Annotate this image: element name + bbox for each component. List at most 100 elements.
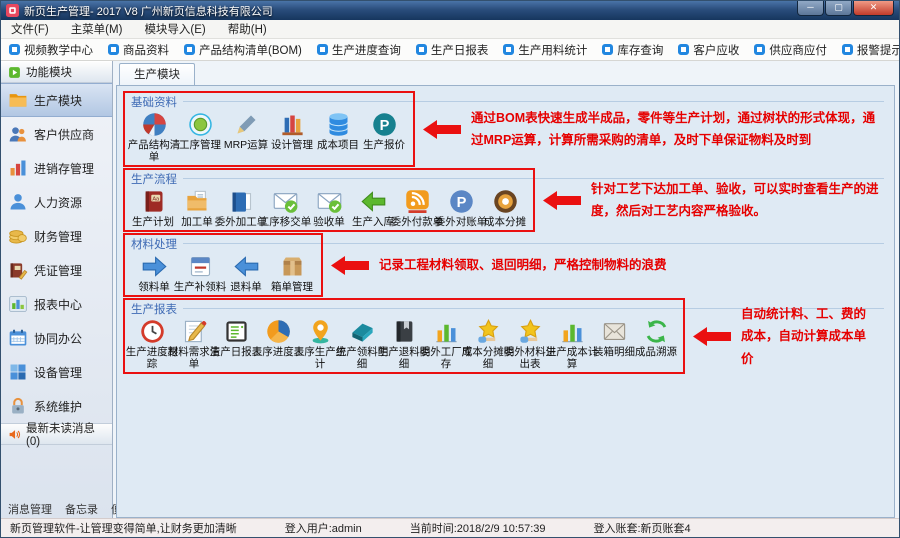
toolbar-checkbox-icon [108,44,119,55]
module-item[interactable]: 加工单 [175,188,219,228]
module-item[interactable]: 生产日报表 [215,318,257,370]
toolbar-item-3[interactable]: 生产进度查询 [317,42,401,58]
donut-icon [492,188,519,215]
play-icon [8,66,21,79]
module-group-3: 生产报表生产进度跟踪材料需求清单生产日报表工序进度表工序生产统计生产领料明细生产… [123,298,888,374]
module-item[interactable]: 成本分摊 [483,188,527,228]
module-item[interactable]: 生产成本计算 [551,318,593,370]
sidebar-footer-link-1[interactable]: 备忘录 [65,501,98,517]
sidebar-item-label: 报表中心 [34,296,82,313]
toolbar-item-label: 视频教学中心 [24,42,93,58]
red-arrow-icon [423,120,461,139]
module-panel: 基础资料产品结构清单工序管理MRP运算设计管理成本项目P生产报价通过BOM表快速… [116,85,895,518]
tablet-icon [223,318,250,345]
annotation: 自动统计料、工、费的成本，自动计算成本单价 [685,303,888,371]
sidebar-item-8[interactable]: 设备管理 [1,355,112,389]
toolbar-item-9[interactable]: 报警提示 [842,42,900,58]
sidebar-item-0[interactable]: 生产模块 [1,83,112,117]
sidebar-item-label: 人力资源 [34,194,82,211]
sidebar-item-6[interactable]: 报表中心 [1,287,112,321]
annotation-box: 基础资料产品结构清单工序管理MRP运算设计管理成本项目P生产报价 [123,91,415,167]
toolbar-item-label: 生产用料统计 [518,42,587,58]
minimize-button[interactable]: ─ [797,1,824,16]
sidebar-footer: 消息管理备忘录便笺 [1,500,112,518]
module-item[interactable]: 退料单 [223,253,269,293]
module-item[interactable]: 工序移交单 [263,188,307,228]
sidebar-item-7[interactable]: 协同办公 [1,321,112,355]
module-item[interactable]: 产品结构清单 [131,111,177,163]
toolbar-item-7[interactable]: 客户应收 [678,42,739,58]
map-pin-icon [307,318,334,345]
module-item[interactable]: 生产入库 [351,188,395,228]
module-item[interactable]: 成品溯源 [635,318,677,370]
module-item[interactable]: P生产报价 [361,111,407,163]
toolbar-item-6[interactable]: 库存查询 [602,42,663,58]
book-teal-icon [349,318,376,345]
red-arrow-icon [543,191,581,210]
pie-orange-icon [265,318,292,345]
box-icon [279,253,306,280]
module-item[interactable]: 箱单管理 [269,253,315,293]
sidebar-item-4[interactable]: 财务管理 [1,219,112,253]
p-blue-icon: P [448,188,475,215]
annotation-text: 自动统计料、工、费的成本，自动计算成本单价 [741,303,871,371]
module-item[interactable]: 委外付款单 [395,188,439,228]
menu-item-2[interactable]: 模块导入(E) [144,21,205,37]
module-item[interactable]: 装箱明细 [593,318,635,370]
menu-item-3[interactable]: 帮助(H) [228,21,267,37]
module-item[interactable]: 工序管理 [177,111,223,163]
app-logo-icon [6,4,19,17]
device-icon [8,362,28,382]
sidebar-item-2[interactable]: 进销存管理 [1,151,112,185]
module-item[interactable]: 成本项目 [315,111,361,163]
sidebar-item-5[interactable]: 凭证管理 [1,253,112,287]
sidebar-item-9[interactable]: 系统维护 [1,389,112,423]
module-item[interactable]: Aa生产计划 [131,188,175,228]
toolbar-checkbox-icon [678,44,689,55]
toolbar-item-4[interactable]: 生产日报表 [416,42,489,58]
toolbar-item-0[interactable]: 视频教学中心 [9,42,93,58]
unread-messages-bar[interactable]: 最新未读消息 (0) [1,423,112,445]
group-title: 基础资料 [131,94,407,110]
module-item[interactable]: 委外加工单 [219,188,263,228]
sidebar-header-label: 功能模块 [26,64,72,80]
clock-icon [139,318,166,345]
module-item[interactable]: P委外对账单 [439,188,483,228]
toolbar-item-2[interactable]: 产品结构清单(BOM) [184,42,302,58]
pencil-doc-icon [181,318,208,345]
voucher-icon [8,260,28,280]
toolbar-checkbox-icon [754,44,765,55]
sidebar-item-3[interactable]: 人力资源 [1,185,112,219]
mail-check-icon [272,188,299,215]
mail-check-icon [316,188,343,215]
app-window: 新页生产管理- 2017 V8 广州新页信息科技有限公司 ─▢✕ 文件(F)主菜… [0,0,900,538]
toolbar-item-5[interactable]: 生产用料统计 [503,42,587,58]
module-item[interactable]: 领料单 [131,253,177,293]
sidebar-footer-link-0[interactable]: 消息管理 [8,501,52,517]
toolbar-item-label: 客户应收 [693,42,739,58]
status-current-time: 当前时间:2018/2/9 10:57:39 [410,520,546,536]
annotation-text: 针对工艺下达加工单、验收，可以实时查看生产的进度，然后对工艺内容严格验收。 [591,178,886,223]
pencil-icon [233,111,260,138]
menu-item-0[interactable]: 文件(F) [11,21,49,37]
sidebar-item-1[interactable]: 客户供应商 [1,117,112,151]
toolbar-item-8[interactable]: 供应商应付 [754,42,827,58]
module-item[interactable]: 材料需求清单 [173,318,215,370]
toolbar-checkbox-icon [416,44,427,55]
module-item-label: 箱单管理 [265,281,319,293]
toolbar-item-label: 供应商应付 [769,42,827,58]
hand-star-icon [475,318,502,345]
module-item[interactable]: MRP运算 [223,111,269,163]
close-button[interactable]: ✕ [853,1,894,16]
database-icon [325,111,352,138]
module-item[interactable]: 验收单 [307,188,351,228]
maximize-button[interactable]: ▢ [825,1,852,16]
module-item[interactable]: 生产补领料 [177,253,223,293]
calendar-icon [8,328,28,348]
module-item[interactable]: 设计管理 [269,111,315,163]
status-account: 登入账套:新页账套4 [594,520,691,536]
menu-item-1[interactable]: 主菜单(M) [71,21,123,37]
toolbar-item-1[interactable]: 商品资料 [108,42,169,58]
tab-production-module[interactable]: 生产模块 [119,63,195,85]
svg-text:P: P [456,195,466,211]
